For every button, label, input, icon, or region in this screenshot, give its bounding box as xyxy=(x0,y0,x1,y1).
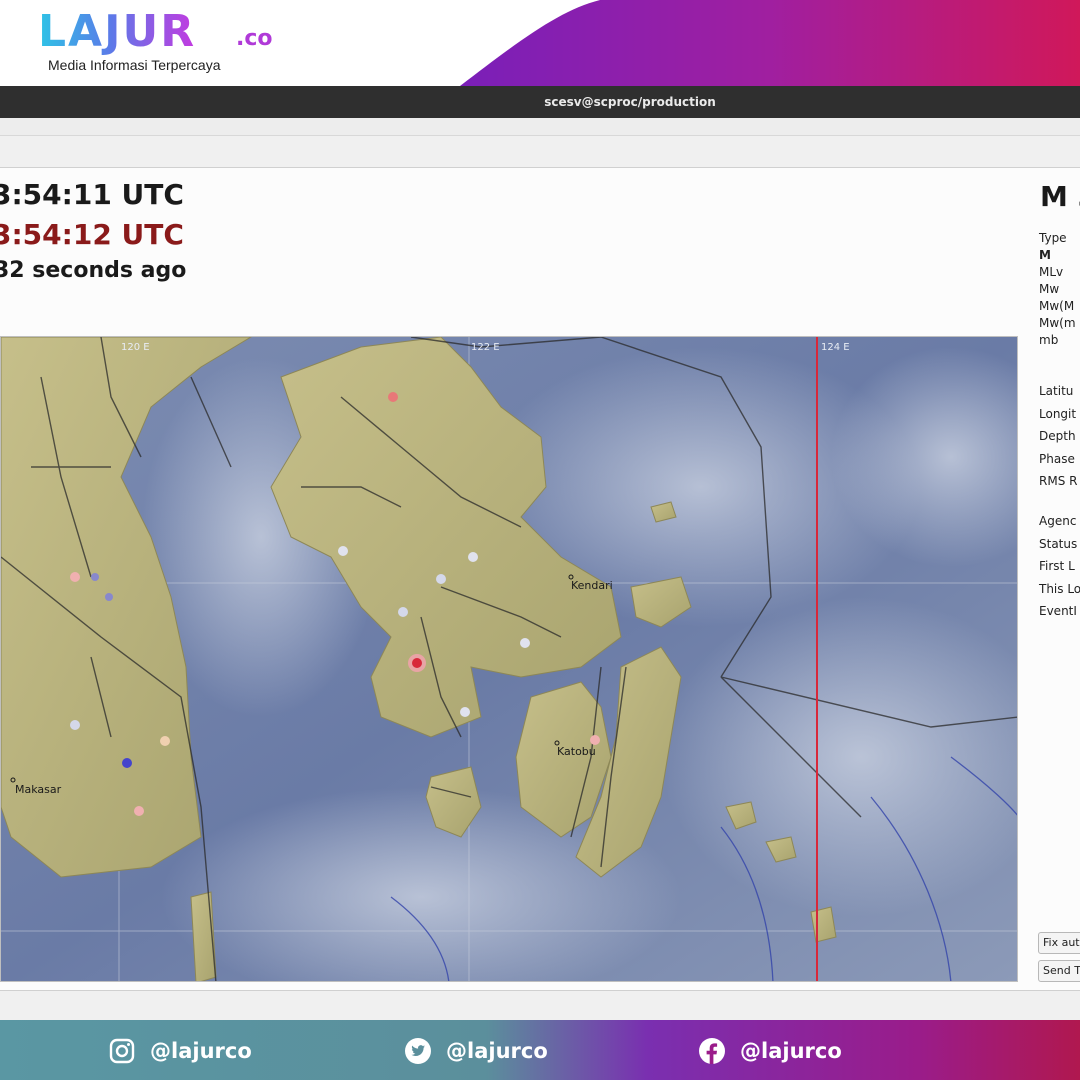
meta-fields: Agenc Status First L This Lo EventI xyxy=(1039,510,1080,623)
map-canvas[interactable]: 120 E 122 E 124 E Kendari Katobu Makasar xyxy=(1,337,1018,982)
magnitude-header: Type xyxy=(1039,231,1067,245)
station-marker[interactable] xyxy=(468,552,478,562)
magnitude-type[interactable]: Mw(M xyxy=(1039,298,1076,315)
twitter-icon xyxy=(405,1038,431,1064)
field-agency: Agenc xyxy=(1039,514,1077,528)
field-first-location: First L xyxy=(1039,559,1075,573)
station-marker[interactable] xyxy=(388,392,398,402)
station-marker[interactable] xyxy=(122,758,132,768)
city-kendari: Kendari xyxy=(571,579,613,592)
origin-time: 3:54:11 UTC xyxy=(0,178,184,211)
send-button[interactable]: Send T xyxy=(1038,960,1080,982)
toolbar[interactable] xyxy=(0,136,1080,168)
lon-label-122: 122 E xyxy=(471,342,500,353)
brand-header: LAJUR .co Media Informasi Terpercaya xyxy=(0,0,1080,86)
station-marker[interactable] xyxy=(398,607,408,617)
field-longitude: Longit xyxy=(1039,406,1077,421)
magnitude-selected[interactable]: M xyxy=(1039,247,1076,264)
status-bar xyxy=(0,990,1080,1020)
window-title: scesv@scproc/production xyxy=(544,95,716,109)
station-marker[interactable] xyxy=(436,574,446,584)
magnitude-type[interactable]: MLv xyxy=(1039,264,1076,281)
logo-wordmark: LAJUR xyxy=(38,6,197,57)
event-map[interactable]: 120 E 122 E 124 E Kendari Katobu Makasar xyxy=(0,336,1018,982)
brand-logo[interactable]: LAJUR .co Media Informasi Terpercaya xyxy=(38,10,308,80)
station-marker[interactable] xyxy=(70,572,80,582)
magnitude-list: Type M MLv Mw Mw(M Mw(m mb xyxy=(1039,230,1076,349)
field-depth: Depth xyxy=(1039,429,1076,443)
facebook-link[interactable]: @lajurco xyxy=(698,1036,842,1066)
magnitude-type[interactable]: Mw xyxy=(1039,281,1076,298)
station-marker[interactable] xyxy=(520,638,530,648)
station-marker[interactable] xyxy=(134,806,144,816)
facebook-handle: @lajurco xyxy=(740,1039,842,1063)
station-marker[interactable] xyxy=(460,707,470,717)
elapsed-time: 32 seconds ago xyxy=(0,258,187,283)
station-marker[interactable] xyxy=(105,593,113,601)
facebook-icon xyxy=(699,1038,725,1064)
city-makasar: Makasar xyxy=(15,783,62,796)
station-marker[interactable] xyxy=(590,735,600,745)
station-marker[interactable] xyxy=(160,736,170,746)
magnitude-type[interactable]: mb xyxy=(1039,332,1076,349)
instagram-link[interactable]: @lajurco xyxy=(108,1036,252,1066)
station-marker[interactable] xyxy=(338,546,348,556)
city-katobu: Katobu xyxy=(557,745,596,758)
field-latitude: Latitu xyxy=(1039,384,1074,398)
event-details-panel: M 3 Type M MLv Mw Mw(M Mw(m mb Latitu Lo… xyxy=(1018,168,1080,990)
station-marker[interactable] xyxy=(70,720,80,730)
field-event-id: EventI xyxy=(1039,604,1077,618)
menu-bar[interactable] xyxy=(0,118,1080,136)
instagram-handle: @lajurco xyxy=(150,1039,252,1063)
magnitude-title: M 3 xyxy=(1040,180,1080,213)
field-status: Status xyxy=(1039,536,1078,551)
logo-suffix: .co xyxy=(236,26,273,51)
brand-tagline: Media Informasi Terpercaya xyxy=(48,57,221,73)
twitter-link[interactable]: @lajurco xyxy=(404,1036,548,1066)
field-this-location: This Lo xyxy=(1039,581,1080,596)
magnitude-type[interactable]: Mw(m xyxy=(1039,315,1076,332)
location-fields: Latitu Longit Depth Phase RMS R xyxy=(1039,380,1077,493)
lon-label-124: 124 E xyxy=(821,342,850,353)
received-time: 3:54:12 UTC xyxy=(0,218,184,251)
fix-auto-button[interactable]: Fix aut xyxy=(1038,932,1080,954)
field-phase: Phase xyxy=(1039,451,1075,466)
station-marker[interactable] xyxy=(91,573,99,581)
window-titlebar[interactable]: scesv@scproc/production xyxy=(0,86,1080,118)
twitter-handle: @lajurco xyxy=(446,1039,548,1063)
instagram-icon xyxy=(109,1038,135,1064)
lon-label-120: 120 E xyxy=(121,342,150,353)
epicenter-marker[interactable] xyxy=(412,658,422,668)
field-rms: RMS R xyxy=(1039,474,1078,488)
